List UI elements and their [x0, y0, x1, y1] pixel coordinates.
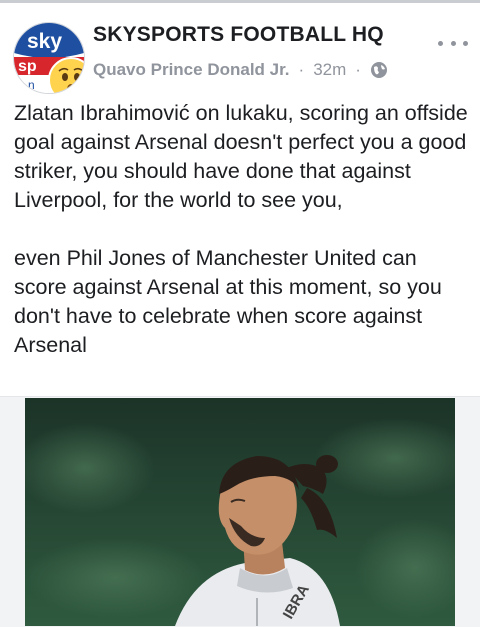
more-icon [438, 40, 443, 46]
post-photo[interactable]: IBRA [25, 398, 455, 626]
scared-face-icon [51, 60, 84, 93]
post-meta: Quavo Prince Donald Jr. · 32m · [93, 59, 388, 81]
post-timestamp[interactable]: 32m [313, 60, 346, 80]
page-name-link[interactable]: SKYSPORTS FOOTBALL HQ [93, 23, 384, 47]
player-photo: IBRA [25, 398, 455, 626]
post-paragraph: Zlatan Ibrahimović on lukaku, scoring an… [14, 101, 468, 212]
globe-icon [370, 61, 388, 79]
logo-text-bottom: sp [18, 58, 37, 75]
author-name-link[interactable]: Quavo Prince Donald Jr. [93, 60, 290, 80]
post-paragraph: even Phil Jones of Manchester United can… [14, 246, 442, 357]
emoji-badge [48, 57, 84, 93]
logo-text-tail: n [28, 78, 35, 92]
meta-separator: · [355, 60, 361, 79]
logo-text-top: sky [27, 30, 62, 53]
page-avatar[interactable]: sky sp n [13, 22, 85, 94]
meta-separator: · [298, 60, 305, 79]
more-options-button[interactable] [438, 36, 468, 50]
post-body: Zlatan Ibrahimović on lukaku, scoring an… [14, 99, 470, 360]
top-divider [0, 0, 480, 3]
post-header: sky sp n SKYSPORTS FOOTBALL HQ Quavo Pri… [0, 10, 480, 94]
